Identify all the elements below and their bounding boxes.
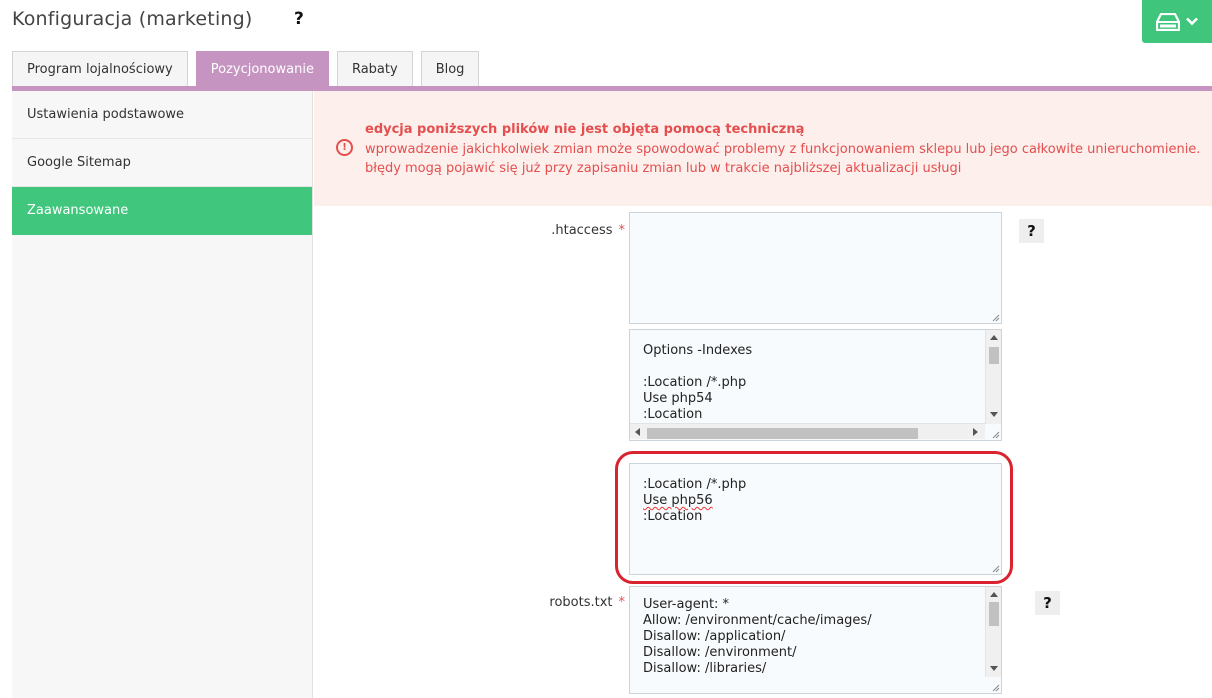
htaccess-line: :Location xyxy=(643,407,703,422)
sidebar-item-ustawienia-podstawowe[interactable]: Ustawienia podstawowe xyxy=(12,91,312,139)
tab-program-lojalnosciowy[interactable]: Program lojalnościowy xyxy=(12,51,188,87)
robots-help-button[interactable]: ? xyxy=(1035,591,1060,615)
robots-label-text: robots.txt xyxy=(549,595,613,610)
htaccess-line: Use php54 xyxy=(643,391,713,406)
scroll-thumb[interactable] xyxy=(989,347,999,364)
tab-rabaty[interactable]: Rabaty xyxy=(336,51,413,87)
htaccess-help-button[interactable]: ? xyxy=(1019,219,1044,243)
warning-alert: ! edycja poniższych plików nie jest obję… xyxy=(314,91,1212,206)
scroll-thumb-horizontal[interactable] xyxy=(647,428,918,439)
vertical-scrollbar[interactable] xyxy=(985,587,1001,677)
scroll-up-icon[interactable] xyxy=(990,335,998,340)
robots-line: Allow: /environment/cache/images/ xyxy=(643,613,872,628)
scroll-left-icon[interactable] xyxy=(635,428,640,436)
alert-message-line1: wprowadzenie jakichkolwiek zmian może sp… xyxy=(365,142,1201,157)
htaccess-textarea-1[interactable] xyxy=(629,212,1002,324)
robots-line: Disallow: /environment/ xyxy=(643,645,797,660)
save-button[interactable] xyxy=(1142,0,1212,43)
scroll-down-icon[interactable] xyxy=(990,412,998,417)
robots-line: Disallow: /libraries/ xyxy=(643,661,767,676)
robots-textarea[interactable]: User-agent: * Allow: /environment/cache/… xyxy=(629,586,1002,694)
required-mark: * xyxy=(618,223,626,238)
robots-line: Disallow: /application/ xyxy=(643,629,786,644)
resize-grip-icon[interactable] xyxy=(990,682,1000,692)
robots-line: User-agent: * xyxy=(643,597,730,612)
htaccess-textarea-2[interactable]: Options -Indexes :Location /*.php Use ph… xyxy=(629,329,1002,441)
sidebar: Ustawienia podstawowe Google Sitemap Zaa… xyxy=(12,91,313,698)
sidebar-item-google-sitemap[interactable]: Google Sitemap xyxy=(12,139,312,187)
htaccess-label-text: .htaccess xyxy=(551,223,613,238)
page-title: Konfiguracja (marketing) xyxy=(12,8,253,30)
highlight-annotation xyxy=(615,451,1013,584)
htaccess-line: :Location /*.php xyxy=(643,375,747,390)
horizontal-scrollbar[interactable] xyxy=(630,423,985,439)
title-help-icon[interactable]: ? xyxy=(294,9,304,29)
tab-pozycjonowanie[interactable]: Pozycjonowanie xyxy=(195,51,329,87)
htaccess-line: Options -Indexes xyxy=(643,343,753,358)
htaccess-textarea-1-value xyxy=(643,226,988,242)
htaccess-label: .htaccess * xyxy=(540,223,625,238)
robots-label: robots.txt * xyxy=(530,595,625,610)
scroll-right-icon[interactable] xyxy=(973,428,978,436)
resize-grip-icon[interactable] xyxy=(990,312,1000,322)
vertical-scrollbar[interactable] xyxy=(985,330,1001,424)
alert-title: edycja poniższych plików nie jest objęta… xyxy=(365,122,805,137)
chevron-down-icon xyxy=(1186,17,1198,26)
tab-blog[interactable]: Blog xyxy=(420,51,480,87)
alert-message-line2: błędy mogą pojawić się już przy zapisani… xyxy=(365,161,962,176)
scroll-up-icon[interactable] xyxy=(990,592,998,597)
drive-save-icon xyxy=(1156,12,1180,31)
exclamation-circle-icon: ! xyxy=(336,139,353,156)
required-mark: * xyxy=(618,595,626,610)
scroll-down-icon[interactable] xyxy=(990,666,998,671)
htaccess-line xyxy=(643,359,988,375)
resize-grip-icon[interactable] xyxy=(990,429,1000,439)
scroll-thumb[interactable] xyxy=(989,602,999,626)
tab-bar: Program lojalnościowy Pozycjonowanie Rab… xyxy=(12,51,480,87)
sidebar-item-zaawansowane[interactable]: Zaawansowane xyxy=(12,187,312,235)
